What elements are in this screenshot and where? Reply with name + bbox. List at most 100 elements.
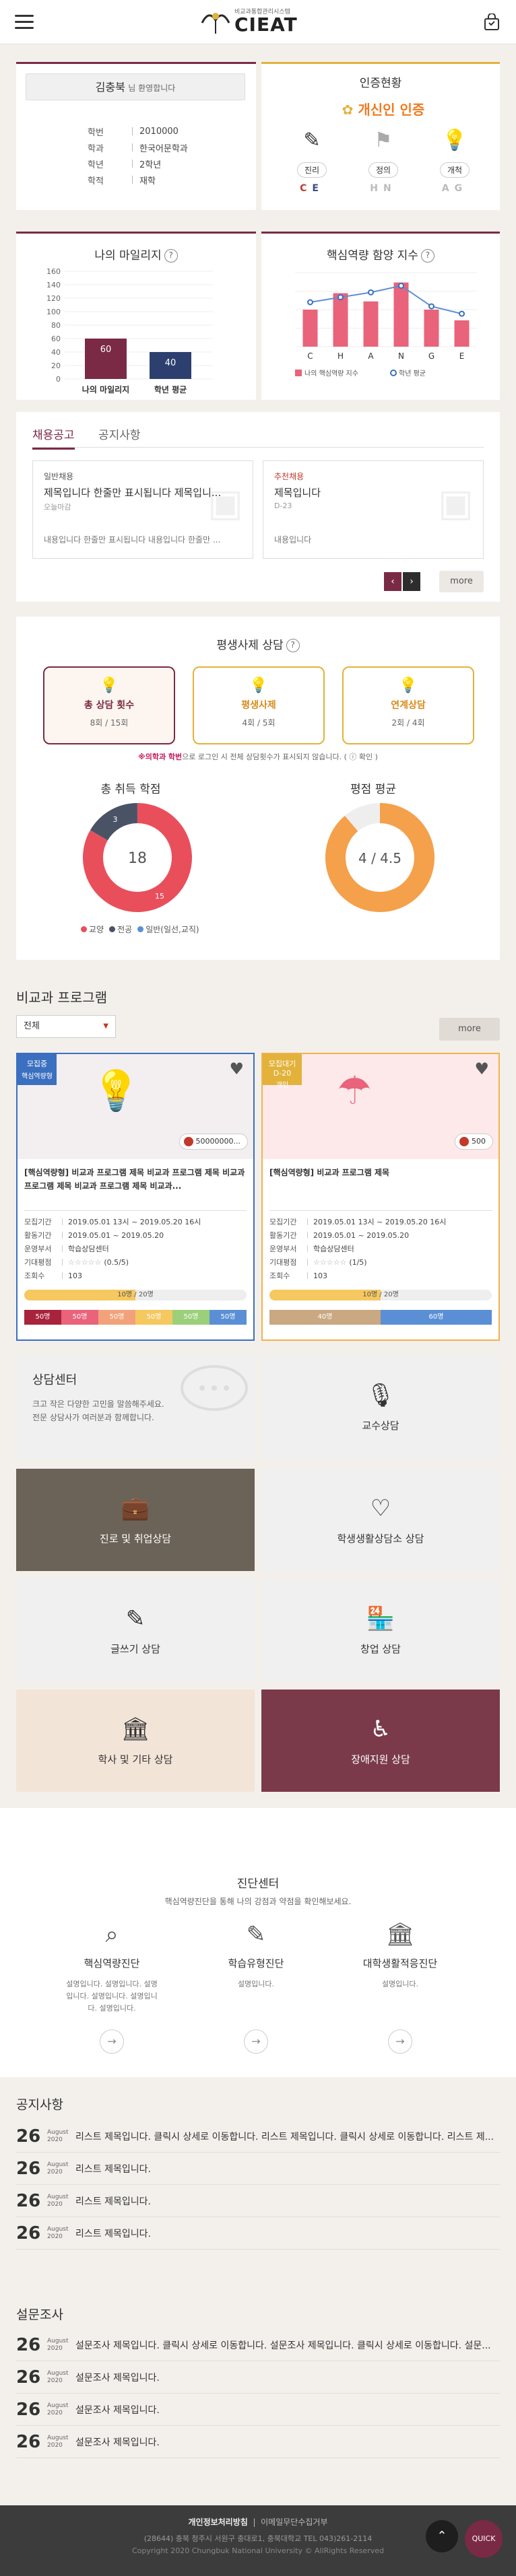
counsel-tile[interactable]: 🏛 학사 및 기타 상담 (16, 1690, 255, 1792)
list-item[interactable]: 26 August 2020 설문조사 제목입니다. (16, 2426, 500, 2458)
list-item[interactable]: 26 August 2020 리스트 제목입니다. (16, 2185, 500, 2217)
diag-item[interactable]: ⌕ 핵심역량진단 설명입니다. 설명입니다. 설명입니다. 설명입니다. 설명입니다… (44, 1921, 179, 2054)
help-icon[interactable]: ? (286, 639, 300, 652)
core-letter: E (459, 351, 465, 361)
center-intro: 상담센터 크고 작은 다양한 고민을 말씀해주세요. 전문 상담사가 여러분과 … (16, 1356, 255, 1458)
list-item[interactable]: 26 August 2020 리스트 제목입니다. 클릭시 상세로 이동합니다. 리스… (16, 2120, 500, 2153)
core-letter: N (398, 351, 404, 361)
tab-notice[interactable]: 공지사항 (98, 425, 141, 442)
logo-icon (201, 13, 230, 34)
heart-icon[interactable]: ♥ (229, 1059, 244, 1078)
cert-letters: CE (288, 183, 335, 194)
profile-key: 학적 (88, 176, 104, 186)
profile-key: 학년 (88, 160, 104, 170)
job-meta: 오늘마감 (44, 503, 71, 512)
month-text: August (47, 2434, 69, 2441)
email-link[interactable]: 이메일무단수집거부 (261, 2517, 327, 2527)
counsel-box[interactable]: 💡 평생사제 4회 / 5회 (193, 666, 325, 744)
core-letter: H (337, 351, 344, 361)
list-item[interactable]: 26 August 2020 설문조사 제목입니다. 클릭시 상세로 이동합니다. 설… (16, 2329, 500, 2361)
row-key: 기대평점 (269, 1258, 297, 1267)
list-item[interactable]: 26 August 2020 리스트 제목입니다. (16, 2153, 500, 2185)
counsel-box[interactable]: 💡 총 상담 횟수 8회 / 15회 (43, 666, 175, 744)
month-text: August (47, 2161, 69, 2168)
separator (62, 1218, 63, 1225)
cert-letter: A (441, 183, 455, 194)
diag-item[interactable]: 🏛 대학생활적응진단 설명입니다. → (333, 1921, 467, 2054)
year-text: 2020 (47, 2441, 63, 2449)
heart-icon[interactable]: ♥ (474, 1059, 489, 1078)
counsel-label: 평생사제 (241, 700, 276, 711)
top-button[interactable]: ⌃ (426, 2520, 458, 2552)
site-logo[interactable]: 비교과통합관리시스템 CIEAT (199, 5, 321, 38)
umbrella-icon: ☂ (337, 1068, 372, 1113)
help-icon[interactable]: ? (420, 249, 434, 263)
points-badge: 50000000... (179, 1134, 248, 1150)
y-tick: 140 (46, 281, 61, 289)
counsel-tile[interactable]: ♡ 학생생활상담소 상담 (261, 1469, 500, 1571)
avg-point (428, 303, 434, 310)
profile-key: 학번 (88, 127, 104, 138)
center-title: 상담센터 (32, 1373, 77, 1387)
tab-jobs[interactable]: 채용공고 (32, 425, 75, 450)
avg-point (459, 310, 465, 317)
program-row: 기대평점 ☆☆☆☆☆ (1/5) (269, 1255, 492, 1269)
progress-label: 10명 / 20명 (362, 1291, 399, 1298)
top-header: 비교과통합관리시스템 CIEAT (0, 0, 516, 44)
job-meta: D-23 (274, 501, 292, 510)
next-button[interactable]: › (403, 572, 420, 591)
list-item[interactable]: 26 August 2020 설문조사 제목입니다. (16, 2361, 500, 2394)
mileage-title-text: 나의 마일리지 (94, 249, 162, 263)
job-card[interactable]: ▣ 추천채용 제목입니다 D-23 내용입니다 (263, 460, 484, 559)
cert-item[interactable]: 💡 개척 AG (431, 129, 478, 194)
cert-item[interactable]: ✎ 진리 CE (288, 129, 335, 194)
list-item[interactable]: 26 August 2020 리스트 제목입니다. (16, 2217, 500, 2250)
quick-button[interactable]: QUICK (465, 2520, 503, 2558)
medal-icon: ✿ (342, 102, 354, 118)
programs-more-button[interactable]: more (439, 1018, 500, 1041)
y-tick: 80 (51, 321, 61, 330)
program-row: 활동기간 2019.05.01 ~ 2019.05.20 (24, 1228, 247, 1242)
job-body: 내용입니다 (274, 535, 312, 545)
year-text: 2020 (47, 2168, 63, 2175)
building-icon: 🏛 (385, 1921, 415, 1948)
program-card[interactable]: 💡 모집중 핵심역량형 ♥ 50000000... [핵심역량형] 비교과 프로그램 제목… (16, 1053, 255, 1341)
lamp-icon: 💡 (92, 1068, 141, 1113)
y-tick: 160 (46, 267, 61, 276)
counsel-tile[interactable]: ♿ 장애지원 상담 (261, 1690, 500, 1792)
job-title: 제목입니다 (274, 487, 321, 499)
diag-item[interactable]: ✎ 학습유형진단 설명입니다. → (189, 1921, 323, 2054)
program-filter[interactable]: 전체 ▼ (16, 1015, 116, 1038)
year-text: 2020 (47, 2409, 63, 2416)
arrow-right-icon[interactable]: → (244, 2029, 268, 2054)
jobs-card: 채용공고 공지사항 ▣ 일반채용 제목입니다 한줄만 표시됩니다 제목입니... 오늘… (16, 412, 500, 602)
core-title: 핵심역량 함양 지수? (261, 246, 500, 263)
jobs-more-button[interactable]: more (439, 571, 484, 592)
help-icon[interactable]: ? (164, 249, 178, 263)
list-title: 리스트 제목입니다. 클릭시 상세로 이동합니다. 리스트 제목입니다. 클릭시… (75, 2131, 494, 2143)
counsel-tile[interactable]: 🏪 창업 상담 (261, 1579, 500, 1681)
menu-icon[interactable] (15, 15, 34, 30)
counsel-tile[interactable]: 💼 진로 및 취업상담 (16, 1469, 255, 1571)
filter-value: 전체 (24, 1021, 40, 1031)
prev-button[interactable]: ‹ (384, 572, 401, 591)
program-card[interactable]: ☂ 모집대기 D-20 개인 ♥ 500 [핵심역량형] 비교과 프로그램 제목 모집기간 20… (261, 1053, 500, 1341)
separator (62, 1245, 63, 1252)
bag-icon[interactable] (484, 13, 500, 31)
podium-icon: 🎙 (366, 1381, 395, 1409)
arrow-right-icon[interactable]: → (100, 2029, 124, 2054)
bar-value: 40 (165, 358, 176, 368)
list-day: 26 (16, 2431, 41, 2452)
progress-bar: 10명 / 20명 (269, 1290, 492, 1300)
counsel-tile[interactable]: 🎙 교수상담 (261, 1356, 500, 1458)
note-link[interactable]: ( ⓘ 확인 ) (344, 753, 378, 761)
cert-item[interactable]: ⚑ 정의 HN (360, 129, 407, 194)
arrow-right-icon[interactable]: → (388, 2029, 412, 2054)
counsel-box[interactable]: 💡 연계상담 2회 / 4회 (342, 666, 474, 744)
legend-label: 전공 (117, 925, 133, 934)
counsel-tile[interactable]: ✎ 글쓰기 상담 (16, 1579, 255, 1681)
list-item[interactable]: 26 August 2020 설문조사 제목입니다. (16, 2394, 500, 2426)
job-card[interactable]: ▣ 일반채용 제목입니다 한줄만 표시됩니다 제목입니... 오늘마감 내용입니다 한줄… (32, 460, 253, 559)
counsel-label: 연계상담 (391, 700, 426, 711)
privacy-link[interactable]: 개인정보처리방침 (188, 2517, 247, 2527)
